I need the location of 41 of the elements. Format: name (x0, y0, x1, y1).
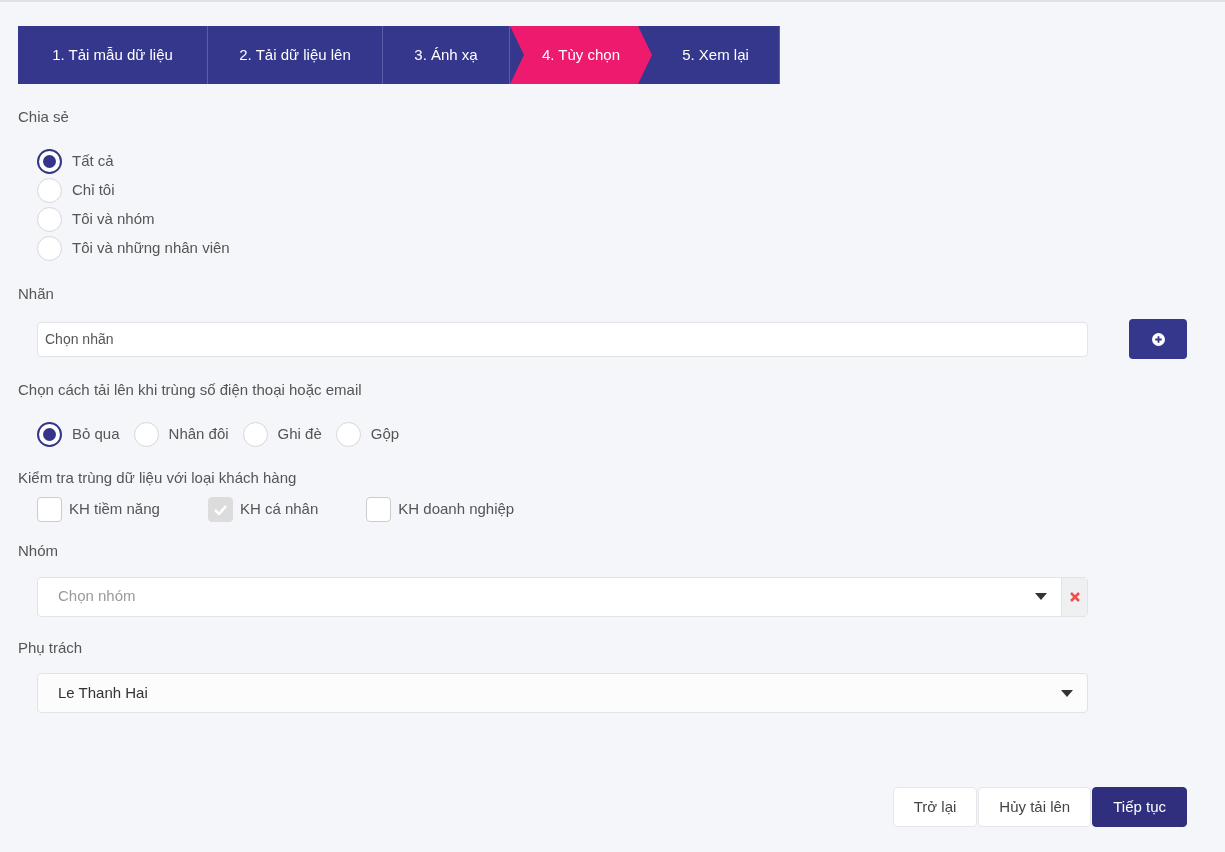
checkbox[interactable] (207, 497, 233, 522)
step-tab[interactable]: 3. Ánh xạ (383, 26, 510, 84)
radio-label: Tất cả (72, 150, 114, 171)
radio-label: Nhân đôi (168, 423, 229, 444)
radio-button[interactable] (37, 148, 62, 174)
footer-button[interactable]: Hủy tải lên (978, 787, 1092, 827)
radio-button[interactable] (37, 421, 62, 447)
step-tab[interactable]: 4. Tùy chọn (510, 26, 652, 84)
checkbox-label: KH tiềm năng (69, 499, 160, 520)
add-tag-button[interactable] (1129, 319, 1187, 359)
radio-label: Tôi và nhóm (72, 208, 155, 229)
field-label: Nhãn (18, 283, 55, 304)
field-label: Chọn cách tải lên khi trùng số điện thoại hoặc email (18, 380, 363, 400)
select-value: Le Thanh Hai (57, 682, 149, 703)
step-tab[interactable]: 1. Tải mẫu dữ liệu (18, 26, 208, 84)
radio-label: Ghi đè (277, 423, 322, 444)
plus-circle-icon (1151, 332, 1165, 346)
dropdown-caret-icon (1061, 689, 1073, 697)
select-placeholder: Chọn nhóm (57, 586, 137, 607)
field-label: Kiểm tra trùng dữ liệu với loại khách hàng (18, 467, 298, 488)
footer-button[interactable]: Tiếp tục (1092, 787, 1187, 827)
field-label: Phụ trách (18, 637, 84, 658)
field-label: Chia sẻ (18, 107, 70, 127)
footer-button[interactable]: Trở lại (892, 787, 978, 827)
dropdown-caret-icon (1035, 593, 1047, 600)
checkmark-icon (213, 504, 227, 515)
checkbox[interactable] (366, 497, 392, 522)
owner-select[interactable]: Le Thanh Hai (37, 673, 1088, 713)
radio-label: Bỏ qua (72, 423, 120, 444)
field-label: Nhóm (18, 541, 59, 561)
clear-button[interactable] (1061, 577, 1087, 616)
radio-label: Chỉ tôi (72, 179, 115, 200)
checkbox[interactable] (37, 497, 62, 522)
step-tab[interactable]: 2. Tải dữ liệu lên (208, 26, 383, 84)
checkbox-label: KH doanh nghiệp (398, 499, 515, 520)
close-icon (1069, 591, 1080, 602)
radio-label: Gộp (370, 423, 400, 444)
tag-input-field[interactable]: Chọn nhãn (37, 321, 1088, 357)
checkbox-label: KH cá nhân (239, 499, 319, 520)
radio-label: Tôi và những nhân viên (72, 237, 230, 258)
step-tab[interactable]: 5. Xem lại (652, 26, 780, 84)
